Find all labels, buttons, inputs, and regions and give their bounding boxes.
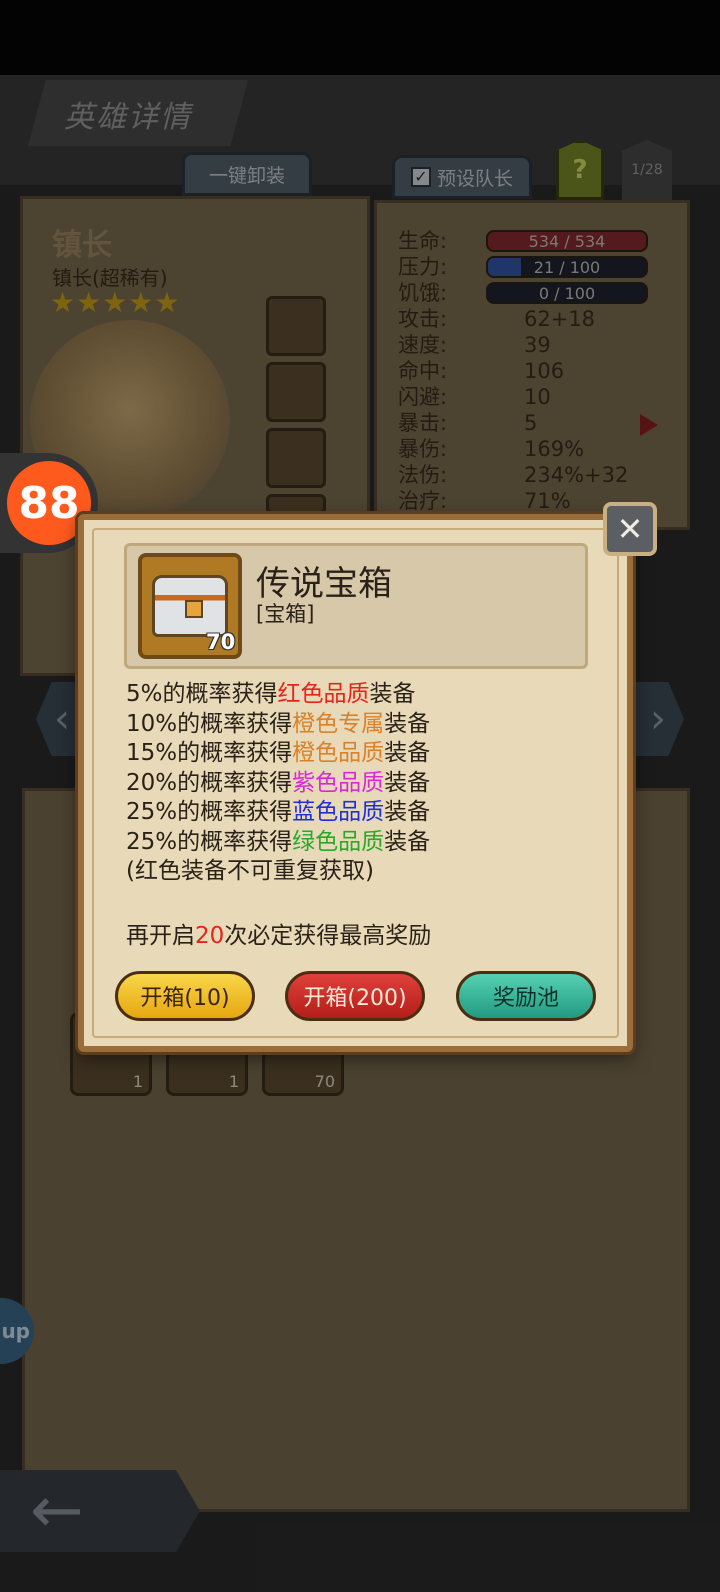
rate-prefix: 25%的概率获得 <box>126 828 293 855</box>
rate-suffix: 装备 <box>384 769 431 796</box>
rate-prefix: 25%的概率获得 <box>126 799 293 825</box>
rate-prefix: 15%的概率获得 <box>126 740 293 766</box>
drop-rate-line: 25%的概率获得绿色品质装备 <box>126 828 430 858</box>
reward-pool-button[interactable]: 奖励池 <box>456 971 596 1021</box>
item-count: 70 <box>206 630 236 654</box>
open-10-button[interactable]: 开箱(10) <box>115 971 255 1021</box>
pity-suffix: 次必定获得最高奖励 <box>224 923 432 949</box>
drop-rate-line: 5%的概率获得红色品质装备 <box>126 680 430 710</box>
drop-rate-line: 25%的概率获得蓝色品质装备 <box>126 798 430 828</box>
rate-prefix: 10%的概率获得 <box>126 710 293 737</box>
rate-quality: 蓝色品质 <box>292 799 385 825</box>
rate-suffix: 装备 <box>384 710 431 737</box>
rate-suffix: 装备 <box>384 828 431 855</box>
drop-rate-line: 20%的概率获得紫色品质装备 <box>126 769 430 799</box>
rate-suffix: 装备 <box>369 681 416 707</box>
drop-rate-list: 5%的概率获得红色品质装备 10%的概率获得橙色专属装备 15%的概率获得橙色品… <box>126 680 430 887</box>
drop-rate-line: 15%的概率获得橙色品质装备 <box>126 739 430 769</box>
rate-suffix: 装备 <box>384 799 431 825</box>
close-icon: ✕ <box>616 510 644 548</box>
pity-prefix: 再开启 <box>126 923 195 949</box>
pity-counter: 再开启20次必定获得最高奖励 <box>126 916 431 950</box>
drop-rate-line: 10%的概率获得橙色专属装备 <box>126 710 430 740</box>
rate-quality: 橙色品质 <box>292 740 385 766</box>
treasure-chest-icon <box>152 575 228 637</box>
rate-quality: 橙色专属 <box>292 710 385 737</box>
rate-quality: 红色品质 <box>277 681 370 707</box>
open-200-button[interactable]: 开箱(200) <box>285 971 425 1021</box>
rate-quality: 绿色品质 <box>292 828 385 855</box>
rate-quality: 紫色品质 <box>292 769 385 796</box>
pity-number: 20 <box>195 923 225 949</box>
drop-rate-note: (红色装备不可重复获取) <box>126 858 374 884</box>
item-type: [宝箱] <box>256 602 315 626</box>
rate-suffix: 装备 <box>384 740 431 766</box>
rate-prefix: 20%的概率获得 <box>126 769 293 796</box>
close-button[interactable]: ✕ <box>603 502 657 556</box>
rate-prefix: 5%的概率获得 <box>126 681 278 707</box>
